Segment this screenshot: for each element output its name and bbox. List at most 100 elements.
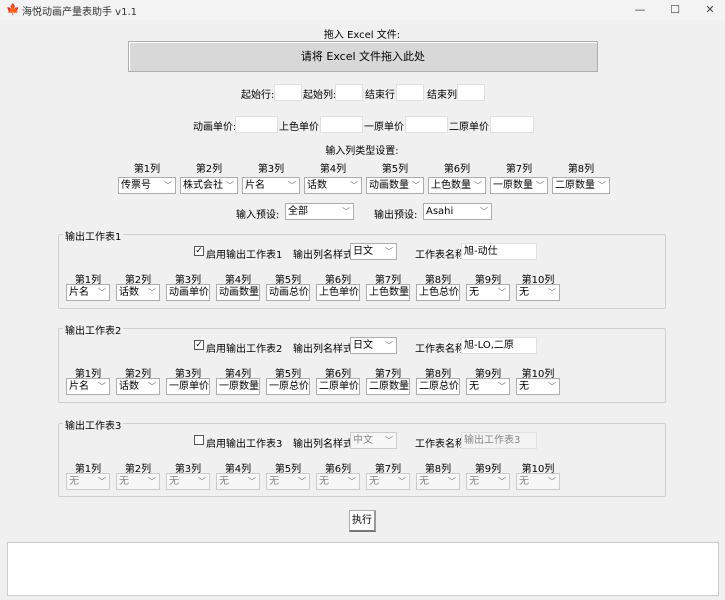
chevron-down-icon: ﹀ xyxy=(298,382,306,391)
select-value: 无 xyxy=(169,476,179,487)
drop-zone-button[interactable]: 请将 Excel 文件拖入此处 xyxy=(128,41,598,72)
output-column-select[interactable]: 二原单价 ﹀ xyxy=(316,378,360,395)
chevron-down-icon: ﹀ xyxy=(385,341,393,350)
output-column-select[interactable]: 上色单价 ﹀ xyxy=(316,284,360,301)
anim-price-label: 动画单价: xyxy=(193,122,237,133)
output-column-select[interactable]: 动画数量 ﹀ xyxy=(216,284,260,301)
end-row-input[interactable] xyxy=(396,84,424,101)
output-column-select[interactable]: 上色数量 ﹀ xyxy=(366,284,410,301)
column-style-select[interactable]: 日文 ﹀ xyxy=(350,243,397,260)
select-value: 动画数量 xyxy=(369,180,409,191)
input-column-type-select[interactable]: 片名 ﹀ xyxy=(242,177,300,194)
output-column-select[interactable]: 二原总价 ﹀ xyxy=(416,378,460,395)
chevron-down-icon: ﹀ xyxy=(198,477,206,486)
anim-price-input[interactable] xyxy=(235,116,278,133)
input-column-type-select[interactable]: 一原数量 ﹀ xyxy=(490,177,548,194)
run-button[interactable]: 执行 xyxy=(349,510,376,532)
chevron-down-icon: ﹀ xyxy=(98,288,106,297)
select-value: 中文 xyxy=(353,435,373,446)
end-row-label: 结束行: xyxy=(365,90,399,101)
chevron-down-icon: ﹀ xyxy=(148,477,156,486)
chevron-down-icon: ﹀ xyxy=(350,181,358,190)
sheet-name-input[interactable]: 旭-动仕 xyxy=(461,243,537,260)
chevron-down-icon: ﹀ xyxy=(448,477,456,486)
input-column-label: 第7列 xyxy=(505,164,533,175)
enable-sheet-checkbox[interactable]: ✓ xyxy=(194,246,204,256)
output-column-select: 无 ﹀ xyxy=(216,473,260,490)
output-column-select[interactable]: 动画总价 ﹀ xyxy=(266,284,310,301)
output-column-select[interactable]: 二原数量 ﹀ xyxy=(366,378,410,395)
select-value: 无 xyxy=(69,476,79,487)
select-value: 无 xyxy=(419,476,429,487)
select-value: 日文 xyxy=(353,246,373,257)
input-column-type-select[interactable]: 动画数量 ﹀ xyxy=(366,177,424,194)
output-sheet-title: 输出工作表2 xyxy=(63,322,124,337)
start-row-input[interactable] xyxy=(274,84,302,101)
chevron-down-icon: ﹀ xyxy=(474,181,482,190)
select-value: 无 xyxy=(519,381,529,392)
output-column-select[interactable]: 片名 ﹀ xyxy=(66,284,110,301)
select-value: 无 xyxy=(469,287,479,298)
output-column-select[interactable]: 上色总价 ﹀ xyxy=(416,284,460,301)
minimize-button[interactable]: — xyxy=(630,2,650,18)
select-value: 话数 xyxy=(119,381,139,392)
input-column-label: 第5列 xyxy=(381,164,409,175)
select-value: 无 xyxy=(369,476,379,487)
chevron-down-icon: ﹀ xyxy=(342,207,350,216)
output-column-select[interactable]: 无 ﹀ xyxy=(516,284,560,301)
input-column-type-select[interactable]: 株式会社 ﹀ xyxy=(180,177,238,194)
second-key-price-input[interactable] xyxy=(490,116,534,133)
enable-sheet-label[interactable]: 启用输出工作表2 xyxy=(206,340,282,355)
output-log-textarea[interactable] xyxy=(7,542,719,596)
select-value: 传票号 xyxy=(121,180,151,191)
chevron-down-icon: ﹀ xyxy=(385,247,393,256)
output-column-select[interactable]: 无 ﹀ xyxy=(466,378,510,395)
output-column-select: 无 ﹀ xyxy=(416,473,460,490)
output-column-select[interactable]: 话数 ﹀ xyxy=(116,378,160,395)
output-column-select[interactable]: 话数 ﹀ xyxy=(116,284,160,301)
select-value: 无 xyxy=(119,476,129,487)
output-column-select[interactable]: 片名 ﹀ xyxy=(66,378,110,395)
chevron-down-icon: ﹀ xyxy=(536,181,544,190)
color-price-input[interactable] xyxy=(320,116,363,133)
select-value: 无 xyxy=(469,381,479,392)
chevron-down-icon: ﹀ xyxy=(412,181,420,190)
output-column-select[interactable]: 动画单价 ﹀ xyxy=(166,284,210,301)
input-preset-select[interactable]: 全部 ﹀ xyxy=(285,203,354,220)
end-col-input[interactable] xyxy=(457,84,485,101)
chevron-down-icon: ﹀ xyxy=(198,288,206,297)
enable-sheet-label[interactable]: 启用输出工作表3 xyxy=(206,435,282,450)
input-column-type-select[interactable]: 话数 ﹀ xyxy=(304,177,362,194)
sheet-name-input[interactable]: 旭-LO,二原 xyxy=(461,337,537,354)
chevron-down-icon: ﹀ xyxy=(398,288,406,297)
column-style-select[interactable]: 日文 ﹀ xyxy=(350,337,397,354)
output-column-select: 无 ﹀ xyxy=(116,473,160,490)
input-column-label: 第1列 xyxy=(133,164,161,175)
enable-sheet-checkbox[interactable] xyxy=(194,435,204,445)
chevron-down-icon: ﹀ xyxy=(98,477,106,486)
chevron-down-icon: ﹀ xyxy=(198,382,206,391)
first-key-price-input[interactable] xyxy=(405,116,448,133)
output-column-select[interactable]: 一原总价 ﹀ xyxy=(266,378,310,395)
output-column-select[interactable]: 一原数量 ﹀ xyxy=(216,378,260,395)
enable-sheet-checkbox[interactable]: ✓ xyxy=(194,340,204,350)
input-column-type-select[interactable]: 二原数量 ﹀ xyxy=(552,177,610,194)
column-style-select: 中文 ﹀ xyxy=(350,432,397,449)
output-column-select[interactable]: 无 ﹀ xyxy=(466,284,510,301)
output-sheet-title: 输出工作表1 xyxy=(63,228,124,243)
column-style-label: 输出列名样式: xyxy=(293,439,357,450)
start-col-input[interactable] xyxy=(335,84,363,101)
chevron-down-icon: ﹀ xyxy=(398,382,406,391)
output-column-select: 无 ﹀ xyxy=(166,473,210,490)
input-column-type-select[interactable]: 上色数量 ﹀ xyxy=(428,177,486,194)
output-preset-label: 输出预设: xyxy=(374,210,418,221)
input-column-type-select[interactable]: 传票号 ﹀ xyxy=(118,177,176,194)
output-column-select[interactable]: 无 ﹀ xyxy=(516,378,560,395)
maximize-button[interactable]: ☐ xyxy=(665,2,685,18)
output-preset-select[interactable]: Asahi ﹀ xyxy=(423,203,492,220)
select-value: 日文 xyxy=(353,340,373,351)
chevron-down-icon: ﹀ xyxy=(298,288,306,297)
output-column-select[interactable]: 一原单价 ﹀ xyxy=(166,378,210,395)
close-button[interactable]: ✕ xyxy=(700,2,720,18)
enable-sheet-label[interactable]: 启用输出工作表1 xyxy=(206,246,282,261)
